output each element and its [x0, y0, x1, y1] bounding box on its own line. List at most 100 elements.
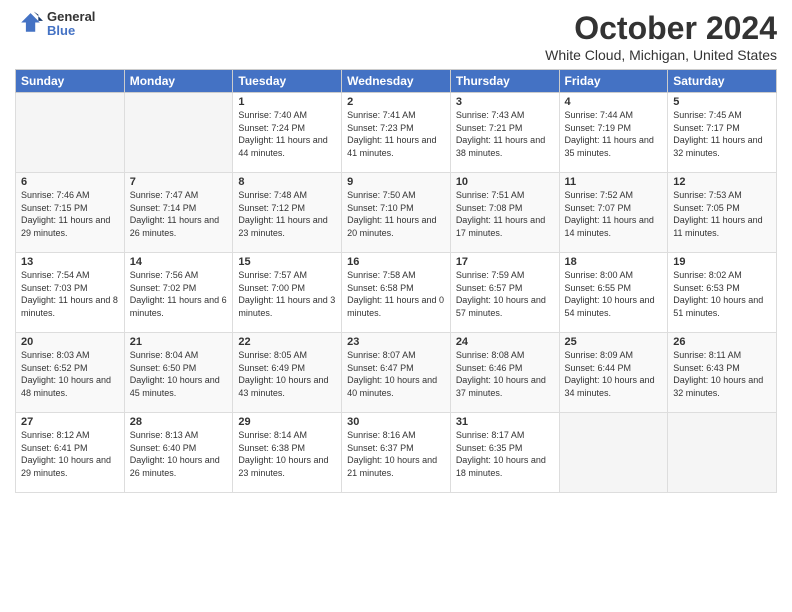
logo-line1: General [47, 10, 95, 24]
col-header-thursday: Thursday [450, 70, 559, 93]
day-info: Sunrise: 8:03 AMSunset: 6:52 PMDaylight:… [21, 349, 119, 399]
day-info: Sunrise: 7:59 AMSunset: 6:57 PMDaylight:… [456, 269, 554, 319]
day-number: 28 [130, 416, 228, 428]
day-cell [16, 93, 125, 173]
day-cell: 8Sunrise: 7:48 AMSunset: 7:12 PMDaylight… [233, 173, 342, 253]
day-cell [668, 413, 777, 493]
day-info: Sunrise: 8:05 AMSunset: 6:49 PMDaylight:… [238, 349, 336, 399]
day-info: Sunrise: 8:16 AMSunset: 6:37 PMDaylight:… [347, 429, 445, 479]
title-block: October 2024 White Cloud, Michigan, Unit… [545, 10, 777, 63]
day-cell: 18Sunrise: 8:00 AMSunset: 6:55 PMDayligh… [559, 253, 668, 333]
day-number: 30 [347, 416, 445, 428]
calendar-table: SundayMondayTuesdayWednesdayThursdayFrid… [15, 69, 777, 493]
day-cell: 26Sunrise: 8:11 AMSunset: 6:43 PMDayligh… [668, 333, 777, 413]
day-cell: 16Sunrise: 7:58 AMSunset: 6:58 PMDayligh… [342, 253, 451, 333]
week-row-4: 20Sunrise: 8:03 AMSunset: 6:52 PMDayligh… [16, 333, 777, 413]
day-cell: 30Sunrise: 8:16 AMSunset: 6:37 PMDayligh… [342, 413, 451, 493]
day-number: 13 [21, 256, 119, 268]
week-row-1: 1Sunrise: 7:40 AMSunset: 7:24 PMDaylight… [16, 93, 777, 173]
day-cell: 6Sunrise: 7:46 AMSunset: 7:15 PMDaylight… [16, 173, 125, 253]
day-number: 17 [456, 256, 554, 268]
col-header-sunday: Sunday [16, 70, 125, 93]
day-number: 24 [456, 336, 554, 348]
day-cell: 4Sunrise: 7:44 AMSunset: 7:19 PMDaylight… [559, 93, 668, 173]
logo-icon [15, 10, 43, 38]
subtitle: White Cloud, Michigan, United States [545, 47, 777, 63]
day-number: 5 [673, 96, 771, 108]
day-info: Sunrise: 8:13 AMSunset: 6:40 PMDaylight:… [130, 429, 228, 479]
day-info: Sunrise: 8:07 AMSunset: 6:47 PMDaylight:… [347, 349, 445, 399]
day-info: Sunrise: 7:45 AMSunset: 7:17 PMDaylight:… [673, 109, 771, 159]
week-row-3: 13Sunrise: 7:54 AMSunset: 7:03 PMDayligh… [16, 253, 777, 333]
day-number: 26 [673, 336, 771, 348]
day-number: 2 [347, 96, 445, 108]
day-cell: 31Sunrise: 8:17 AMSunset: 6:35 PMDayligh… [450, 413, 559, 493]
col-header-wednesday: Wednesday [342, 70, 451, 93]
day-info: Sunrise: 7:52 AMSunset: 7:07 PMDaylight:… [565, 189, 663, 239]
day-cell: 1Sunrise: 7:40 AMSunset: 7:24 PMDaylight… [233, 93, 342, 173]
day-info: Sunrise: 8:02 AMSunset: 6:53 PMDaylight:… [673, 269, 771, 319]
day-cell: 28Sunrise: 8:13 AMSunset: 6:40 PMDayligh… [124, 413, 233, 493]
day-cell: 2Sunrise: 7:41 AMSunset: 7:23 PMDaylight… [342, 93, 451, 173]
col-header-monday: Monday [124, 70, 233, 93]
day-info: Sunrise: 7:47 AMSunset: 7:14 PMDaylight:… [130, 189, 228, 239]
day-info: Sunrise: 7:41 AMSunset: 7:23 PMDaylight:… [347, 109, 445, 159]
col-header-friday: Friday [559, 70, 668, 93]
page: General Blue October 2024 White Cloud, M… [0, 0, 792, 612]
day-info: Sunrise: 7:46 AMSunset: 7:15 PMDaylight:… [21, 189, 119, 239]
day-cell: 19Sunrise: 8:02 AMSunset: 6:53 PMDayligh… [668, 253, 777, 333]
day-number: 14 [130, 256, 228, 268]
day-info: Sunrise: 7:51 AMSunset: 7:08 PMDaylight:… [456, 189, 554, 239]
day-number: 21 [130, 336, 228, 348]
main-title: October 2024 [545, 10, 777, 47]
day-info: Sunrise: 7:44 AMSunset: 7:19 PMDaylight:… [565, 109, 663, 159]
logo-text: General Blue [47, 10, 95, 39]
day-number: 15 [238, 256, 336, 268]
day-info: Sunrise: 8:04 AMSunset: 6:50 PMDaylight:… [130, 349, 228, 399]
day-cell: 7Sunrise: 7:47 AMSunset: 7:14 PMDaylight… [124, 173, 233, 253]
day-cell: 10Sunrise: 7:51 AMSunset: 7:08 PMDayligh… [450, 173, 559, 253]
day-cell: 5Sunrise: 7:45 AMSunset: 7:17 PMDaylight… [668, 93, 777, 173]
day-info: Sunrise: 7:53 AMSunset: 7:05 PMDaylight:… [673, 189, 771, 239]
day-cell: 20Sunrise: 8:03 AMSunset: 6:52 PMDayligh… [16, 333, 125, 413]
day-cell: 9Sunrise: 7:50 AMSunset: 7:10 PMDaylight… [342, 173, 451, 253]
day-cell [124, 93, 233, 173]
day-info: Sunrise: 7:58 AMSunset: 6:58 PMDaylight:… [347, 269, 445, 319]
day-number: 4 [565, 96, 663, 108]
day-info: Sunrise: 7:50 AMSunset: 7:10 PMDaylight:… [347, 189, 445, 239]
day-number: 20 [21, 336, 119, 348]
day-number: 27 [21, 416, 119, 428]
day-cell: 27Sunrise: 8:12 AMSunset: 6:41 PMDayligh… [16, 413, 125, 493]
day-number: 25 [565, 336, 663, 348]
day-cell: 15Sunrise: 7:57 AMSunset: 7:00 PMDayligh… [233, 253, 342, 333]
day-info: Sunrise: 7:40 AMSunset: 7:24 PMDaylight:… [238, 109, 336, 159]
day-cell: 23Sunrise: 8:07 AMSunset: 6:47 PMDayligh… [342, 333, 451, 413]
day-cell: 29Sunrise: 8:14 AMSunset: 6:38 PMDayligh… [233, 413, 342, 493]
day-cell [559, 413, 668, 493]
day-info: Sunrise: 7:48 AMSunset: 7:12 PMDaylight:… [238, 189, 336, 239]
day-number: 31 [456, 416, 554, 428]
col-header-tuesday: Tuesday [233, 70, 342, 93]
day-cell: 21Sunrise: 8:04 AMSunset: 6:50 PMDayligh… [124, 333, 233, 413]
day-number: 16 [347, 256, 445, 268]
day-cell: 24Sunrise: 8:08 AMSunset: 6:46 PMDayligh… [450, 333, 559, 413]
day-number: 11 [565, 176, 663, 188]
col-header-saturday: Saturday [668, 70, 777, 93]
day-cell: 17Sunrise: 7:59 AMSunset: 6:57 PMDayligh… [450, 253, 559, 333]
day-number: 8 [238, 176, 336, 188]
day-number: 23 [347, 336, 445, 348]
day-info: Sunrise: 8:14 AMSunset: 6:38 PMDaylight:… [238, 429, 336, 479]
day-info: Sunrise: 7:43 AMSunset: 7:21 PMDaylight:… [456, 109, 554, 159]
day-info: Sunrise: 8:11 AMSunset: 6:43 PMDaylight:… [673, 349, 771, 399]
day-info: Sunrise: 8:00 AMSunset: 6:55 PMDaylight:… [565, 269, 663, 319]
day-info: Sunrise: 8:08 AMSunset: 6:46 PMDaylight:… [456, 349, 554, 399]
day-number: 1 [238, 96, 336, 108]
day-number: 7 [130, 176, 228, 188]
day-number: 10 [456, 176, 554, 188]
day-info: Sunrise: 8:17 AMSunset: 6:35 PMDaylight:… [456, 429, 554, 479]
day-cell: 11Sunrise: 7:52 AMSunset: 7:07 PMDayligh… [559, 173, 668, 253]
day-number: 19 [673, 256, 771, 268]
day-number: 22 [238, 336, 336, 348]
day-info: Sunrise: 7:57 AMSunset: 7:00 PMDaylight:… [238, 269, 336, 319]
day-info: Sunrise: 8:09 AMSunset: 6:44 PMDaylight:… [565, 349, 663, 399]
